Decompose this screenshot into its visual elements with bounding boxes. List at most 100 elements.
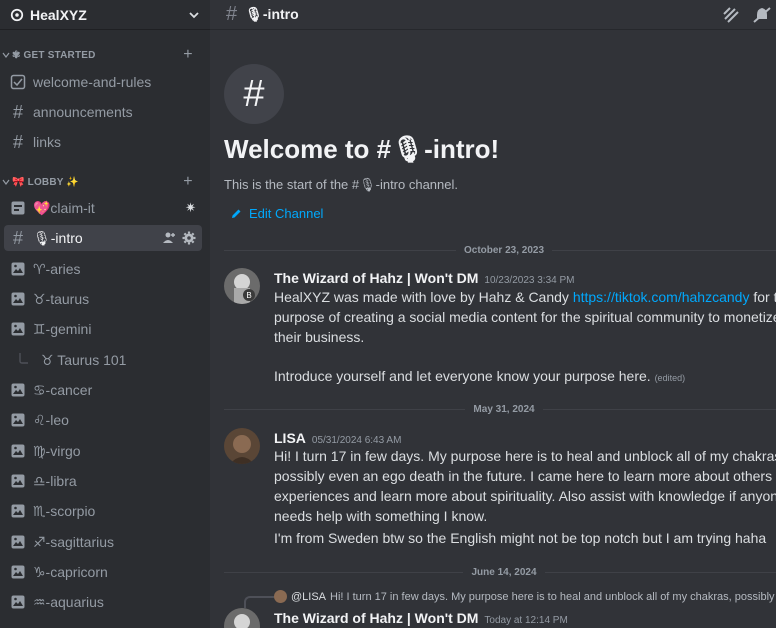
message-body: Hi! I turn 17 in few days. My purpose he… [274,448,776,524]
avatar[interactable] [224,608,260,628]
thread-branch-icon [18,352,34,368]
channel-scorpio[interactable]: ♏︎-scorpio [4,498,202,524]
message-author[interactable]: The Wizard of Hahz | Won't DM [274,270,478,286]
message-timestamp: Today at 12:14 PM [484,615,568,626]
channel-label: ♈︎-aries [33,260,81,277]
message-header: LISA 05/31/2024 6:43 AM [274,430,401,446]
channel-header: # 🎙-intro [210,0,776,30]
date-divider: May 31, 2024 [224,402,776,416]
channel-label: ♍︎-virgo [33,442,81,459]
date-divider: June 14, 2024 [224,565,776,579]
channel-label: 💖claim-it [33,199,95,216]
mute-bell-icon[interactable] [752,6,772,24]
message-link[interactable]: https://tiktok.com/hahzcandy [573,289,750,305]
channel-gemini[interactable]: ♊︎-gemini [4,316,202,342]
category-get-started[interactable]: ✾ GET STARTED + [0,46,210,64]
channel-aries[interactable]: ♈︎-aries [4,256,202,282]
channel-label: ♉︎-taurus [33,290,90,307]
thread-taurus-101[interactable]: ♉︎ Taurus 101 [4,347,202,373]
channel-label: ♋︎-cancer [33,381,93,398]
media-channel-icon [10,594,26,610]
chevron-down-icon [2,52,10,58]
media-channel-icon [10,503,26,519]
message-text: Introduce yourself and let everyone know… [274,368,655,384]
media-channel-icon [10,321,26,337]
hash-icon: # [226,3,238,25]
channel-announcements[interactable]: # announcements [4,99,202,125]
message-author[interactable]: LISA [274,430,306,446]
media-channel-icon [10,261,26,277]
channel-label: ♏︎-scorpio [33,502,96,519]
channel-title: 🎙-intro [245,6,299,22]
message-author[interactable]: The Wizard of Hahz | Won't DM [274,610,478,626]
channel-sagittarius[interactable]: ♐︎-sagittarius [4,529,202,555]
channel-label: ♒︎-aquarius [33,593,104,610]
media-channel-icon [10,382,26,398]
category-lobby[interactable]: 🎀 LOBBY ✨ + [0,173,210,191]
channel-hash-icon: # [224,64,284,124]
reply-avatar [274,590,287,603]
message-body: I'm from Sweden btw so the English might… [274,530,767,546]
channel-aquarius[interactable]: ♒︎-aquarius [4,589,202,615]
message-text: HealXYZ was made with love by Hahz & Can… [274,289,573,305]
channel-leo[interactable]: ♌︎-leo [4,407,202,433]
channel-claim-it[interactable]: 💖claim-it ✷ [4,195,202,221]
date-label: October 23, 2023 [463,244,545,256]
media-channel-icon [10,473,26,489]
rules-icon [10,74,26,90]
message-timestamp: 10/23/2023 3:34 PM [484,275,575,286]
message-header: The Wizard of Hahz | Won't DM 10/23/2023… [274,270,574,286]
message-header: The Wizard of Hahz | Won't DM Today at 1… [274,610,568,626]
media-channel-icon [10,564,26,580]
media-channel-icon [10,443,26,459]
channel-intro[interactable]: # 🎙-intro [4,225,202,251]
message-timestamp: 05/31/2024 6:43 AM [311,435,402,446]
category-label: ✾ GET STARTED [12,49,96,61]
server-header[interactable]: HealXYZ [0,0,210,30]
welcome-title: Welcome to #🎙-intro! [224,134,500,164]
channel-label: ♌︎-leo [33,411,69,428]
edit-channel-label: Edit Channel [249,206,324,221]
hash-icon: # [12,131,23,152]
avatar[interactable]: B [224,268,260,304]
channel-cancer[interactable]: ♋︎-cancer [4,377,202,403]
reply-text: Hi! I turn 17 in few days. My purpose he… [330,590,775,603]
media-channel-icon [10,291,26,307]
reply-connector [244,596,274,608]
channel-label: ♎︎-libra [33,472,77,489]
channel-label: links [33,134,62,150]
welcome-subtitle: This is the start of the #🎙-intro channe… [224,177,458,192]
message-body: HealXYZ was made with love by Hahz & Can… [274,287,776,347]
add-channel-icon[interactable]: + [178,173,198,191]
channel-label: ♊︎-gemini [33,320,92,337]
gear-icon[interactable] [182,231,196,245]
edited-tag: (edited) [654,373,686,383]
category-label: 🎀 LOBBY ✨ [12,176,80,188]
voice-text-icon [10,200,26,216]
pencil-icon [232,209,241,218]
hash-icon: # [12,227,23,248]
channel-capricorn[interactable]: ♑︎-capricorn [4,559,202,585]
date-label: June 14, 2024 [471,566,537,578]
add-member-icon[interactable] [162,231,176,245]
avatar[interactable] [224,428,260,464]
server-name: HealXYZ [30,6,87,23]
chevron-down-icon [2,179,10,185]
channel-label: ♐︎-sagittarius [33,533,115,550]
channel-libra[interactable]: ♎︎-libra [4,468,202,494]
reply-author: @LISA [291,590,327,603]
svg-text:B: B [246,291,251,300]
channel-virgo[interactable]: ♍︎-virgo [4,438,202,464]
hash-icon: # [12,101,23,122]
add-channel-icon[interactable]: + [178,46,198,64]
thread-label: ♉︎ Taurus 101 [41,351,127,368]
channel-links[interactable]: # links [4,129,202,155]
chevron-down-icon[interactable] [188,9,200,21]
channel-taurus[interactable]: ♉︎-taurus [4,286,202,312]
date-label: May 31, 2024 [473,403,535,415]
reply-preview[interactable]: @LISA Hi! I turn 17 in few days. My purp… [274,590,775,603]
threads-icon[interactable] [722,6,742,24]
channel-welcome-and-rules[interactable]: welcome-and-rules [4,69,202,95]
edit-channel-link[interactable]: Edit Channel [230,206,323,221]
channel-label: welcome-and-rules [33,74,152,90]
